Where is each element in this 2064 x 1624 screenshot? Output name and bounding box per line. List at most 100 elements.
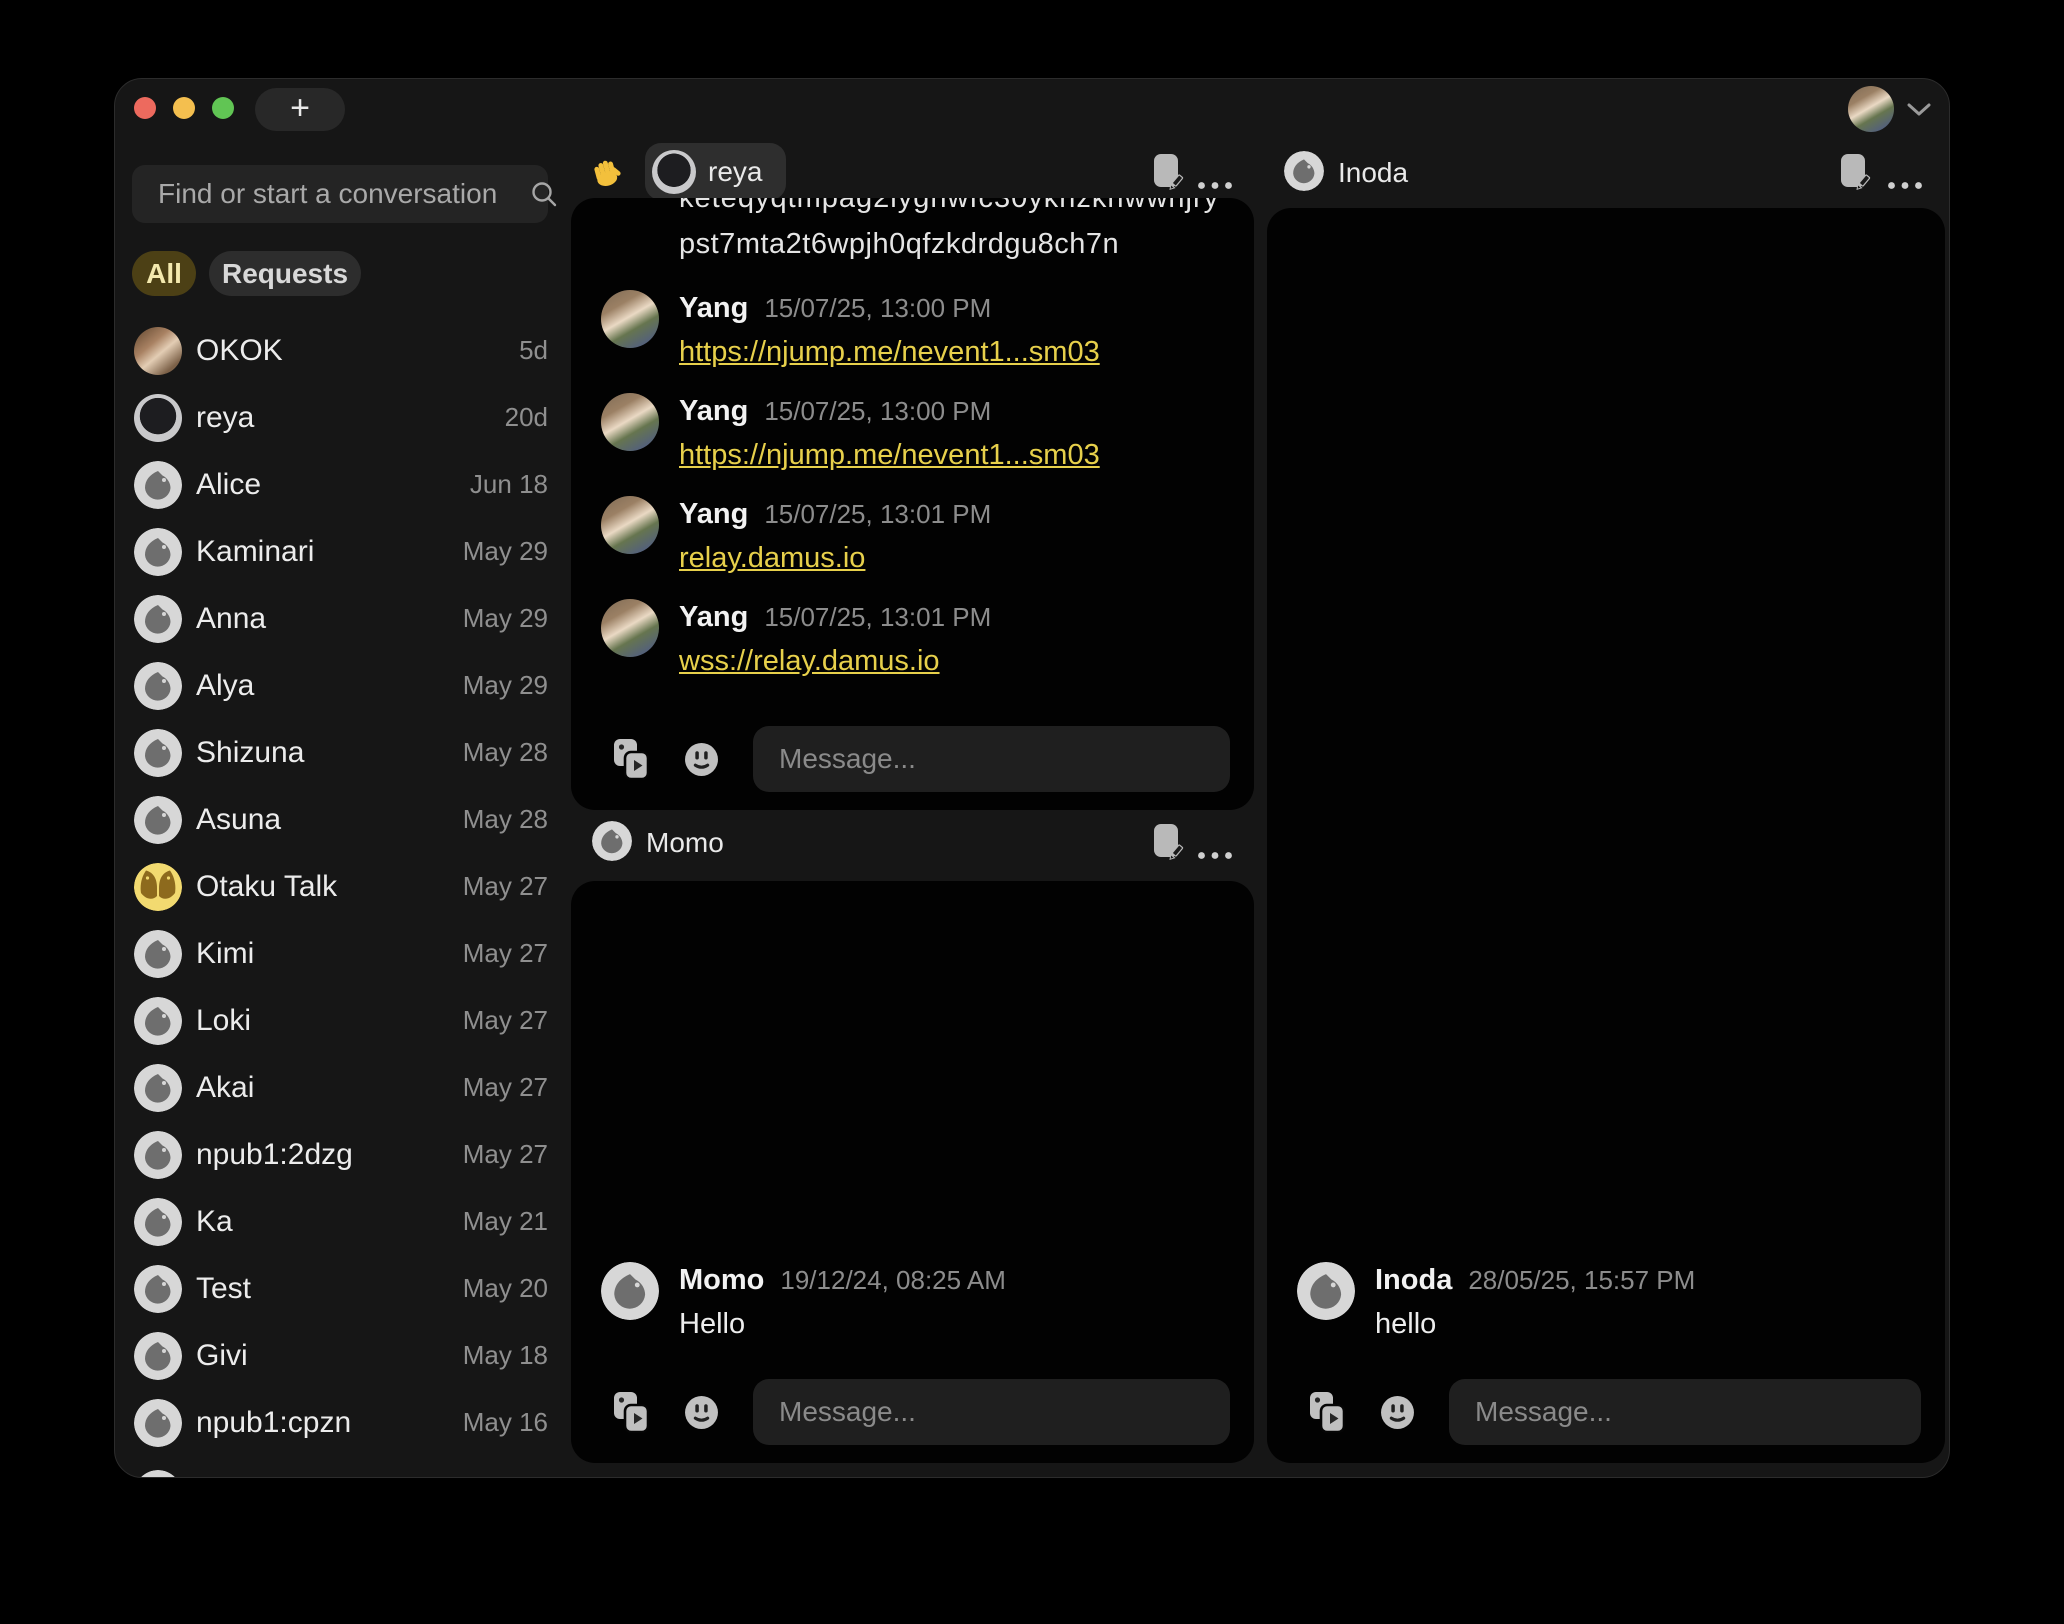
conversation-list-item[interactable]: TestMay 20 [132,1255,548,1322]
message-timestamp: 28/05/25, 15:57 PM [1468,1265,1695,1296]
default-avatar [592,821,632,861]
conversation-list-item[interactable]: GiviMay 18 [132,1322,548,1389]
message-text: Hello [679,1308,745,1340]
conversation-list-item[interactable]: npub1:cpznMay 16 [132,1389,548,1456]
conversation-date: May 16 [463,1407,548,1438]
close-window-button[interactable] [134,97,156,119]
default-avatar [134,595,182,643]
message-timestamp: 15/07/25, 13:00 PM [764,396,991,427]
note-icon[interactable] [1153,153,1184,192]
conversation-list-item[interactable]: Alya May 29 [132,652,548,719]
filter-tab-all[interactable]: All [132,251,196,296]
composer-momo [613,1379,1230,1445]
conversation-list-item[interactable]: ShizunaMay 28 [132,719,548,786]
default-avatar [134,528,182,576]
conversation-list-item[interactable]: OKOK 5d [132,317,548,384]
chat-message: Yang15/07/25, 13:00 PMhttps://njump.me/n… [601,290,1236,369]
conversation-date: 20d [505,402,548,433]
message-list: Inoda28/05/25, 15:57 PMhello [1297,1262,1695,1365]
emoji-picker-icon[interactable] [684,1395,719,1430]
search-input[interactable] [132,178,529,210]
conversation-date: May 28 [463,804,548,835]
message-input[interactable] [753,1379,1230,1445]
chat-message: Inoda28/05/25, 15:57 PMhello [1297,1262,1695,1341]
chat-message: Yang15/07/25, 13:01 PMrelay.damus.io [601,496,1236,575]
message-input[interactable] [753,726,1230,792]
search-box [132,165,548,223]
emoji-picker-icon[interactable] [684,742,719,777]
default-avatar [1297,1262,1355,1320]
default-avatar [134,461,182,509]
more-options-icon[interactable] [1887,177,1923,186]
conversation-date: Jun 18 [470,469,548,500]
user-avatar [134,394,182,442]
attach-media-icon[interactable] [1309,1391,1346,1434]
message-link[interactable]: wss://relay.damus.io [679,645,940,677]
message-overflow-line: pst7mta2t6wpjh0qfzkdrdgu8ch7n [679,228,1119,261]
message-timestamp: 19/12/24, 08:25 AM [780,1265,1006,1296]
message-author: Yang [679,395,748,428]
conversation-date: 5d [519,335,548,366]
zoom-window-button[interactable] [212,97,234,119]
conversation-name: Otaku Talk [196,870,337,904]
account-avatar[interactable] [1848,86,1894,132]
group-avatar [134,863,182,911]
conversation-list-item[interactable]: AkaiMay 27 [132,1054,548,1121]
chat-title-pill-reya[interactable]: reya [645,143,786,200]
default-avatar [134,1064,182,1112]
user-avatar [601,496,659,554]
more-options-icon[interactable] [1197,177,1233,186]
conversation-date: May 29 [463,670,548,701]
chevron-down-icon[interactable] [1907,103,1931,117]
default-avatar [134,1265,182,1313]
minimize-window-button[interactable] [173,97,195,119]
new-chat-button[interactable]: + [255,88,345,131]
search-icon [529,179,559,209]
message-link[interactable]: relay.damus.io [679,542,865,574]
user-avatar [652,150,696,194]
message-timestamp: 15/07/25, 13:00 PM [764,293,991,324]
conversation-list-item[interactable]: KaMay 21 [132,1188,548,1255]
note-icon[interactable] [1840,153,1871,192]
conversation-list-item[interactable]: LokiMay 27 [132,987,548,1054]
conversation-name: Alya [196,669,254,703]
conversation-list-item[interactable]: Asuna May 28 [132,786,548,853]
emoji-picker-icon[interactable] [1380,1395,1415,1430]
message-input[interactable] [1449,1379,1921,1445]
conversation-name: Asuna [196,803,281,837]
conversation-list-item[interactable]: Alice Jun 18 [132,451,548,518]
conversation-list-item[interactable]: KimiMay 27 [132,920,548,987]
clipped-message-line: keteqyqtmpag2lygnwfc30yknzkhwwnjry [679,198,1219,215]
conversation-date: May 29 [463,536,548,567]
note-icon[interactable] [1153,823,1184,862]
conversation-date: May 27 [463,871,548,902]
chat-panel-momo: Momo19/12/24, 08:25 AMHello [571,881,1254,1463]
conversation-name: Alice [196,468,261,502]
conversation-name: Shizuna [196,736,304,770]
conversation-list-item[interactable]: reya20d [132,384,548,451]
filter-tab-requests[interactable]: Requests [209,251,361,296]
default-avatar [134,1470,182,1478]
chat-title: reya [708,156,762,188]
conversation-date: May 27 [463,1005,548,1036]
conversation-name: OKOK [196,334,283,368]
conversation-list-item[interactable] [132,1456,548,1478]
more-options-icon[interactable] [1197,847,1233,856]
conversation-name: Kimi [196,937,254,971]
default-avatar [134,997,182,1045]
message-text: hello [1375,1308,1436,1340]
default-avatar [134,1198,182,1246]
chat-message: Momo19/12/24, 08:25 AMHello [601,1262,1006,1341]
conversation-list-item[interactable]: KaminariMay 29 [132,518,548,585]
message-link[interactable]: https://njump.me/nevent1...sm03 [679,336,1100,368]
attach-media-icon[interactable] [613,1391,650,1434]
conversation-list-item[interactable]: AnnaMay 29 [132,585,548,652]
attach-media-icon[interactable] [613,738,650,781]
message-link[interactable]: https://njump.me/nevent1...sm03 [679,439,1100,471]
conversation-list-item[interactable]: Otaku Talk May 27 [132,853,548,920]
user-avatar [601,599,659,657]
default-avatar [134,1399,182,1447]
chat-panel-reya: keteqyqtmpag2lygnwfc30yknzkhwwnjry pst7m… [571,198,1254,810]
conversation-list-item[interactable]: npub1:2dzgMay 27 [132,1121,548,1188]
conversation-name: Anna [196,602,266,636]
